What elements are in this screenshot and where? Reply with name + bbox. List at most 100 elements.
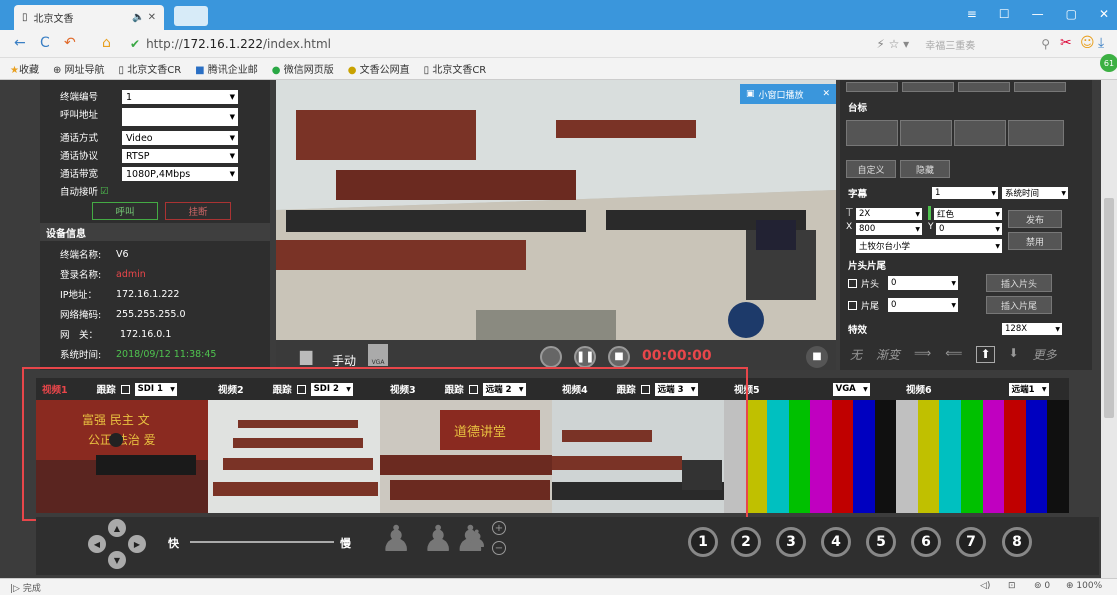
head-input[interactable]: 0 [888,276,958,290]
track-checkbox[interactable] [468,384,478,394]
disable-button[interactable]: 禁用 [1008,232,1062,250]
color-select[interactable]: 红色 [934,208,1002,220]
stop-icon[interactable]: ■ [608,346,630,368]
home-icon[interactable]: ⌂ [102,35,111,51]
preset-button-7[interactable]: 7 [956,527,986,557]
mode-label[interactable]: 手动 [332,352,356,369]
preset-button-5[interactable]: 5 [866,527,896,557]
source-select[interactable]: 远端 3 [654,382,698,396]
preset-button-1[interactable]: 1 [688,527,718,557]
download-status[interactable]: ⊚ 0 [1034,581,1050,591]
speed-slider[interactable] [190,541,334,543]
effect-fade[interactable]: 渐变 [876,346,900,363]
main-preview[interactable]: ▣ 小窗口播放 ✕ [276,80,836,340]
channel-6-preview[interactable] [896,400,1069,513]
auto-answer-checkbox[interactable]: 自动接听 ☑ [60,183,109,199]
logo-slot[interactable] [958,82,1010,92]
preset-button-2[interactable]: 2 [731,527,761,557]
preset-button-8[interactable]: 8 [1002,527,1032,557]
source-select[interactable]: SDI 1 [134,382,177,396]
record-icon[interactable] [540,346,562,368]
tail-checkbox[interactable]: 片尾 [848,299,879,312]
bandwidth-select[interactable]: 1080P,4Mbps [122,167,238,181]
call-address-input[interactable] [122,108,238,126]
preset-button-4[interactable]: 4 [821,527,851,557]
effect-more[interactable]: 更多 [1033,346,1057,363]
bookmark-item[interactable]: ⊕ 网址导航 [53,61,105,76]
folder-icon[interactable]: ▆ [300,346,312,365]
logo-position-tl[interactable] [846,120,898,146]
minimize-icon[interactable]: — [1032,7,1044,21]
bookmark-item[interactable]: ● 微信网页版 [272,61,334,76]
logo-position-bl[interactable] [954,120,1006,146]
page-scrollbar[interactable] [1101,80,1117,578]
channel-5-preview[interactable] [724,400,896,513]
address-bar[interactable]: ✔ http://172.16.1.222/index.html ⚡ ☆ ▾ 幸… [130,35,1050,53]
ptz-down-icon[interactable]: ▼ [108,551,126,569]
preset-button-3[interactable]: 3 [776,527,806,557]
head-checkbox[interactable]: 片头 [848,277,879,290]
back-icon[interactable]: ← [14,35,26,51]
effect-speed-select[interactable]: 128X [1002,323,1062,335]
preset-button-6[interactable]: 6 [911,527,941,557]
subtitle-text-input[interactable]: 土牧尔台小学 [856,239,1002,253]
bookmark-item[interactable]: ▯ 北京文香CR [119,61,182,76]
logo-position-tr[interactable] [900,120,952,146]
bookmark-star[interactable]: ★收藏 [10,61,39,76]
effect-right-icon[interactable]: ⟹ [914,346,931,363]
track-checkbox[interactable] [296,384,306,394]
tab-close-icon[interactable]: 🔈 ✕ [132,12,156,23]
pip-close-icon[interactable]: ✕ [822,89,830,99]
smile-icon[interactable]: ☺ [1080,35,1095,51]
logo-slot[interactable] [902,82,954,92]
call-protocol-select[interactable]: RTSP [122,149,238,163]
ptz-right-icon[interactable]: ▶ [128,535,146,553]
restore-icon[interactable]: ▢ [1066,7,1077,21]
x-input[interactable]: 800 [856,223,922,235]
source-select[interactable]: VGA [832,382,870,396]
hide-button[interactable]: 隐藏 [900,160,950,178]
insert-tail-button[interactable]: 插入片尾 [986,296,1052,314]
subtitle-mode-select[interactable]: 系统时间 [1002,187,1068,199]
bookmark-item[interactable]: ▯ 北京文香CR [424,61,487,76]
zoom-in-icon[interactable]: + [492,521,506,535]
undo-icon[interactable]: ↶ [64,35,76,51]
insert-head-button[interactable]: 插入片头 [986,274,1052,292]
search-icon[interactable]: ⚲ [1041,37,1050,51]
effect-none[interactable]: 无 [850,346,862,363]
call-button[interactable]: 呼叫 [92,202,158,220]
call-mode-select[interactable]: Video [122,131,238,145]
source-select[interactable]: 远端 2 [482,382,526,396]
channel-4-preview[interactable] [552,400,724,513]
hangup-button[interactable]: 挂断 [165,202,231,220]
publish-button[interactable]: 发布 [1008,210,1062,228]
menu-icon[interactable]: ≡ [967,7,977,21]
y-input[interactable]: 0 [936,223,1002,235]
channel-2-preview[interactable] [208,400,380,513]
source-select[interactable]: 远端1 [1008,382,1049,396]
camera-icon[interactable]: ■ [806,346,828,368]
new-tab-button[interactable] [174,6,208,26]
group-icon[interactable]: ♟ [466,525,488,553]
lock-status-icon[interactable]: ⊡ [1008,581,1016,591]
close-icon[interactable]: ✕ [1099,7,1109,21]
track-checkbox[interactable] [120,384,130,394]
scrollbar-thumb[interactable] [1104,198,1114,418]
zoom-out-icon[interactable]: − [492,541,506,555]
bookmark-item[interactable]: ■ 腾讯企业邮 [195,61,258,76]
scissors-icon[interactable]: ✂ [1060,35,1072,51]
effect-down-icon[interactable]: ⬇ [1009,346,1019,363]
search-box[interactable]: 幸福三重奏 [915,37,1035,52]
pip-button[interactable]: ▣ 小窗口播放 ✕ [740,84,836,104]
download-icon[interactable]: ⤓ [1098,35,1104,51]
effect-left-icon[interactable]: ⟸ [945,346,962,363]
pause-icon[interactable]: ❚❚ [574,346,596,368]
bookmark-item[interactable]: ● 文香公网直 [348,61,410,76]
refresh-icon[interactable]: C [40,35,50,51]
channel-1-preview[interactable]: 富强 民主 文公正 法治 爱 [36,400,208,513]
notification-badge[interactable]: 61 [1100,54,1117,72]
logo-slot[interactable] [846,82,898,92]
subtitle-index-select[interactable]: 1 [932,187,998,199]
terminal-id-select[interactable]: 1 [122,90,238,104]
effect-up-icon[interactable]: ⬆ [976,346,995,363]
